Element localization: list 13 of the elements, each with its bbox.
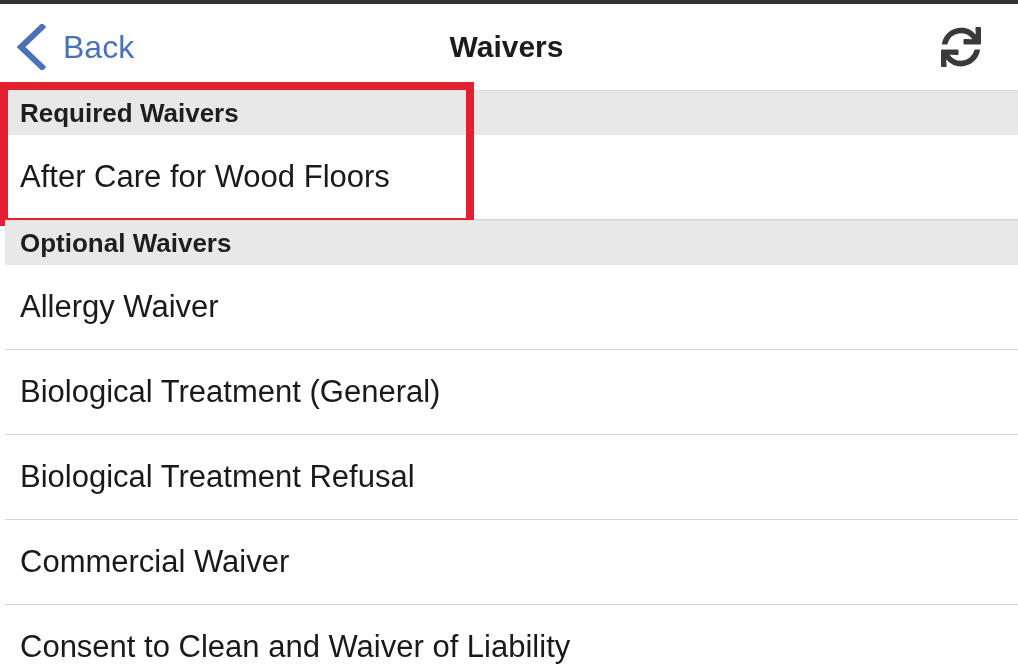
waiver-list-item[interactable]: Consent to Clean and Waiver of Liability [20, 631, 571, 664]
waiver-list-item[interactable]: Allergy Waiver [20, 290, 219, 324]
section-header: Optional Waivers [20, 227, 232, 259]
waiver-list-item[interactable]: Commercial Waiver [20, 545, 290, 579]
waiver-list-item[interactable]: Biological Treatment (General) [20, 375, 441, 409]
back-button[interactable]: Back [15, 24, 135, 70]
refresh-button[interactable] [940, 26, 982, 68]
chevron-left-icon [15, 24, 46, 70]
refresh-icon [941, 27, 981, 67]
screen-title: Waivers [449, 30, 564, 64]
section-header: Required Waivers [20, 97, 239, 129]
waiver-list-item[interactable]: Biological Treatment Refusal [20, 460, 415, 494]
waiver-list-item[interactable]: After Care for Wood Floors [20, 160, 390, 194]
